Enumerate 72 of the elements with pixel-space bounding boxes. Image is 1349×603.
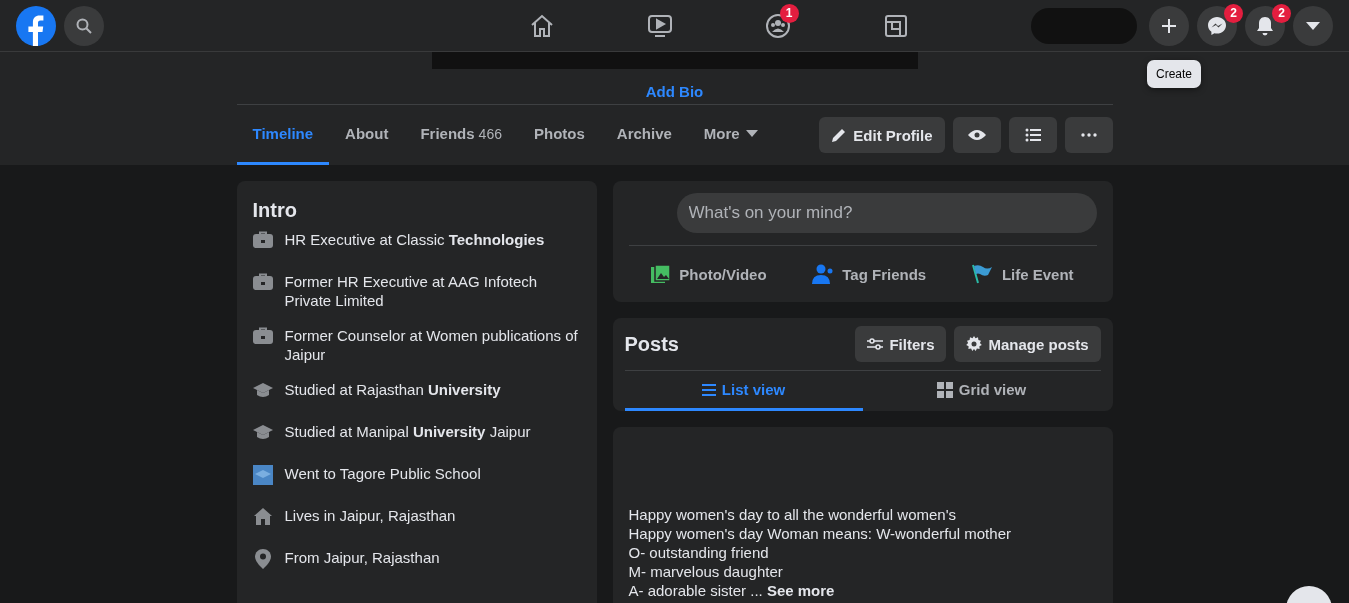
intro-detail: HR Executive at Classic Technologies (284, 230, 545, 249)
manage-posts-button[interactable]: Manage posts (954, 326, 1101, 362)
intro-detail: Studied at Rajasthan University (284, 380, 501, 399)
edit-profile-button[interactable]: Edit Profile (819, 117, 945, 153)
filters-button[interactable]: Filters (855, 326, 947, 362)
messenger-button[interactable] (1197, 5, 1237, 46)
briefcase-icon (252, 231, 273, 249)
intro-detail: Went to Tagore Public School (284, 464, 481, 483)
chat-bubble-icon (1207, 15, 1227, 36)
view-tab[interactable]: Grid view (862, 371, 1101, 411)
see-more-link[interactable]: See more (766, 582, 835, 599)
caret-icon (745, 130, 758, 137)
briefcase-icon (252, 273, 273, 291)
post-text: Happy women's day to all the wonderful women's (628, 505, 958, 524)
house-icon (253, 507, 272, 525)
profile-tab[interactable]: Photos (517, 105, 601, 165)
logo-icon[interactable] (16, 5, 56, 46)
profile-tab[interactable]: More (687, 105, 774, 165)
bell-icon (1256, 15, 1274, 36)
post-text: Happy women's day Woman means: W-wonderful mother (628, 524, 1012, 543)
intro-detail: Studied at Manipal University Jaipur (284, 422, 531, 441)
search-icon (76, 17, 92, 34)
gaming-icon (882, 12, 909, 39)
list-icon (1024, 128, 1041, 142)
location-pin-icon (254, 549, 271, 569)
more-icon (1080, 133, 1097, 137)
notification-badge: 1 (779, 3, 799, 23)
composer-action-button[interactable]: Life Event (959, 254, 1086, 294)
profile-tab[interactable]: Friends 466 (404, 105, 518, 165)
intro-detail: Lives in Jaipur, Rajasthan (284, 506, 456, 525)
create-button[interactable] (1149, 5, 1189, 46)
plus-icon (1160, 16, 1178, 35)
composer-action-button[interactable]: Tag Friends (800, 254, 939, 294)
profile-tab[interactable]: About (329, 105, 405, 165)
profile-tab[interactable]: Archive (600, 105, 688, 165)
posts-title: Posts (624, 332, 679, 356)
view-tab[interactable]: List view (624, 371, 863, 411)
list-icon (701, 383, 716, 396)
profile-tab[interactable]: Timeline (236, 105, 330, 165)
school-tile-icon (252, 465, 273, 485)
grid-icon (936, 381, 953, 398)
sliders-icon (867, 337, 884, 351)
notification-badge: 2 (1272, 3, 1291, 23)
status-input-field[interactable]: What's on your mind? (676, 193, 1097, 233)
post-text: O- outstanding friend (628, 543, 770, 562)
caret-icon (1306, 21, 1320, 30)
flag-icon (971, 264, 994, 284)
notification-badge: 2 (1224, 3, 1243, 23)
briefcase-icon (252, 327, 273, 345)
activity-log-button[interactable] (1008, 117, 1057, 153)
search-button[interactable] (64, 5, 104, 46)
eye-icon (967, 129, 986, 141)
video-play-icon (646, 12, 673, 39)
post-text: M- marvelous daughter (628, 562, 784, 581)
account-menu-button[interactable] (1293, 5, 1333, 46)
intro-detail: Former HR Executive at AAG Infotech Private Limited (284, 272, 539, 310)
add-bio-link[interactable]: Add Bio (645, 83, 704, 100)
pencil-icon (831, 127, 848, 143)
person-icon (812, 264, 835, 284)
view-as-button[interactable] (952, 117, 1001, 153)
gear-icon (966, 336, 983, 352)
graduation-cap-icon (252, 381, 273, 399)
notifications-button[interactable] (1245, 5, 1285, 46)
photo-icon (651, 264, 672, 284)
nav-tab[interactable]: 1 (738, 1, 817, 50)
more-options-button[interactable] (1064, 117, 1113, 153)
intro-title: Intro (252, 199, 298, 222)
post-text: A- adorable sister ... (628, 582, 763, 599)
graduation-cap-icon (252, 423, 273, 441)
intro-detail: From Jaipur, Rajasthan (284, 548, 440, 567)
composer-action-button[interactable]: Photo/Video (639, 254, 779, 294)
intro-detail: Former Counselor at Women publications of Jaipur (284, 326, 579, 364)
